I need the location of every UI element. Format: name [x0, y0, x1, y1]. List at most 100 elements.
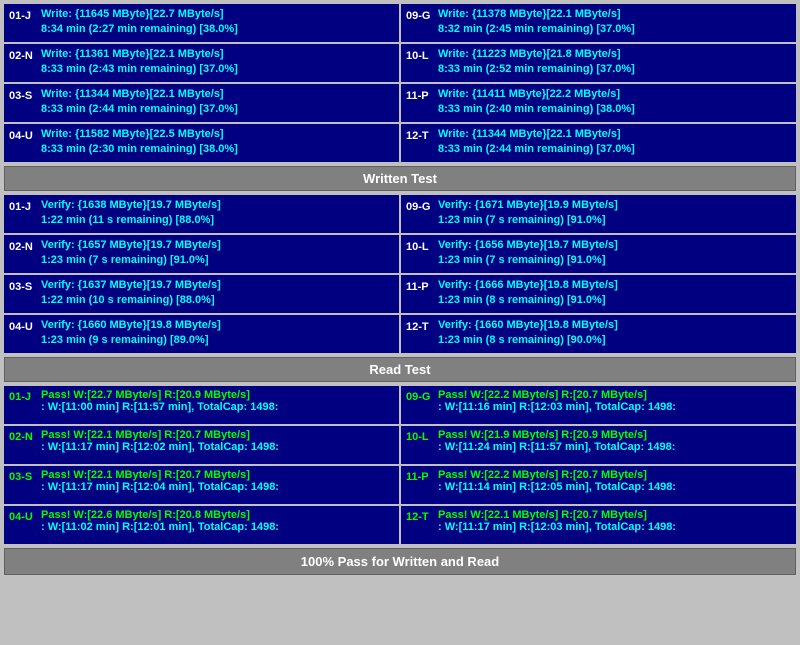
verify-id-02N: 02-N: [9, 238, 37, 270]
read-id-11P: 11-P: [406, 469, 434, 501]
verify-cell-04U: 04-U Verify: {1660 MByte}[19.8 MByte/s] …: [4, 315, 399, 353]
verify-id-10L: 10-L: [406, 238, 434, 270]
verify-content-10L: Verify: {1656 MByte}[19.7 MByte/s] 1:23 …: [438, 238, 791, 270]
cell-id-03S: 03-S: [9, 87, 37, 119]
verify-id-01J: 01-J: [9, 198, 37, 230]
verify-cell-10L: 10-L Verify: {1656 MByte}[19.7 MByte/s] …: [401, 235, 796, 273]
read-id-03S: 03-S: [9, 469, 37, 501]
read-content-01J: Pass! W:[22.7 MByte/s] R:[20.9 MByte/s] …: [41, 389, 394, 421]
verify-id-03S: 03-S: [9, 278, 37, 310]
verify-content-01J: Verify: {1638 MByte}[19.7 MByte/s] 1:22 …: [41, 198, 394, 230]
read-line2-02N: : W:[11:17 min] R:[12:02 min], TotalCap:…: [41, 441, 394, 453]
write-line1-10L: Write: {11223 MByte}[21.8 MByte/s]: [438, 47, 791, 62]
read-line1-03S: Pass! W:[22.1 MByte/s] R:[20.7 MByte/s]: [41, 469, 250, 481]
read-line1-09G: Pass! W:[22.2 MByte/s] R:[20.7 MByte/s]: [438, 389, 647, 401]
write-line1-02N: Write: {11361 MByte}[22.1 MByte/s]: [41, 47, 394, 62]
cell-id-10L: 10-L: [406, 47, 434, 79]
write-test-grid: 01-J Write: {11645 MByte}[22.7 MByte/s] …: [4, 4, 796, 162]
main-container: 01-J Write: {11645 MByte}[22.7 MByte/s] …: [0, 0, 800, 579]
read-line1-10L: Pass! W:[21.9 MByte/s] R:[20.9 MByte/s]: [438, 429, 647, 441]
verify-line1-02N: Verify: {1657 MByte}[19.7 MByte/s]: [41, 238, 394, 253]
read-id-02N: 02-N: [9, 429, 37, 461]
read-line1-04U: Pass! W:[22.6 MByte/s] R:[20.8 MByte/s]: [41, 509, 250, 521]
cell-content-12T: Write: {11344 MByte}[22.1 MByte/s] 8:33 …: [438, 127, 791, 159]
verify-line2-03S: 1:22 min (10 s remaining) [88.0%]: [41, 293, 394, 308]
write-line1-12T: Write: {11344 MByte}[22.1 MByte/s]: [438, 127, 791, 142]
verify-line1-09G: Verify: {1671 MByte}[19.9 MByte/s]: [438, 198, 791, 213]
read-line2-12T: : W:[11:17 min] R:[12:03 min], TotalCap:…: [438, 521, 791, 533]
written-test-header: Written Test: [4, 166, 796, 191]
cell-id-02N: 02-N: [9, 47, 37, 79]
read-content-02N: Pass! W:[22.1 MByte/s] R:[20.7 MByte/s] …: [41, 429, 394, 461]
verify-cell-12T: 12-T Verify: {1660 MByte}[19.8 MByte/s] …: [401, 315, 796, 353]
read-cell-12T: 12-T Pass! W:[22.1 MByte/s] R:[20.7 MByt…: [401, 506, 796, 544]
cell-content-01J: Write: {11645 MByte}[22.7 MByte/s] 8:34 …: [41, 7, 394, 39]
read-line1-01J: Pass! W:[22.7 MByte/s] R:[20.9 MByte/s]: [41, 389, 250, 401]
read-content-03S: Pass! W:[22.1 MByte/s] R:[20.7 MByte/s] …: [41, 469, 394, 501]
cell-id-12T: 12-T: [406, 127, 434, 159]
write-line1-11P: Write: {11411 MByte}[22.2 MByte/s]: [438, 87, 791, 102]
verify-line1-11P: Verify: {1666 MByte}[19.8 MByte/s]: [438, 278, 791, 293]
verify-content-12T: Verify: {1660 MByte}[19.8 MByte/s] 1:23 …: [438, 318, 791, 350]
verify-line1-10L: Verify: {1656 MByte}[19.7 MByte/s]: [438, 238, 791, 253]
write-line2-02N: 8:33 min (2:43 min remaining) [37.0%]: [41, 62, 394, 77]
verify-cell-01J: 01-J Verify: {1638 MByte}[19.7 MByte/s] …: [4, 195, 399, 233]
read-line2-11P: : W:[11:14 min] R:[12:05 min], TotalCap:…: [438, 481, 791, 493]
write-line2-01J: 8:34 min (2:27 min remaining) [38.0%]: [41, 22, 394, 37]
write-cell-11P: 11-P Write: {11411 MByte}[22.2 MByte/s] …: [401, 84, 796, 122]
verify-id-09G: 09-G: [406, 198, 434, 230]
write-line1-03S: Write: {11344 MByte}[22.1 MByte/s]: [41, 87, 394, 102]
verify-line1-01J: Verify: {1638 MByte}[19.7 MByte/s]: [41, 198, 394, 213]
cell-id-09G: 09-G: [406, 7, 434, 39]
read-cell-01J: 01-J Pass! W:[22.7 MByte/s] R:[20.9 MByt…: [4, 386, 399, 424]
verify-cell-03S: 03-S Verify: {1637 MByte}[19.7 MByte/s] …: [4, 275, 399, 313]
read-line1-02N: Pass! W:[22.1 MByte/s] R:[20.7 MByte/s]: [41, 429, 250, 441]
write-line1-04U: Write: {11582 MByte}[22.5 MByte/s]: [41, 127, 394, 142]
verify-content-04U: Verify: {1660 MByte}[19.8 MByte/s] 1:23 …: [41, 318, 394, 350]
cell-content-03S: Write: {11344 MByte}[22.1 MByte/s] 8:33 …: [41, 87, 394, 119]
cell-content-09G: Write: {11378 MByte}[22.1 MByte/s] 8:32 …: [438, 7, 791, 39]
read-cell-10L: 10-L Pass! W:[21.9 MByte/s] R:[20.9 MByt…: [401, 426, 796, 464]
cell-content-10L: Write: {11223 MByte}[21.8 MByte/s] 8:33 …: [438, 47, 791, 79]
read-line1-12T: Pass! W:[22.1 MByte/s] R:[20.7 MByte/s]: [438, 509, 647, 521]
read-test-label: Read Test: [369, 362, 430, 377]
verify-content-03S: Verify: {1637 MByte}[19.7 MByte/s] 1:22 …: [41, 278, 394, 310]
read-line2-01J: : W:[11:00 min] R:[11:57 min], TotalCap:…: [41, 401, 394, 413]
read-cell-11P: 11-P Pass! W:[22.2 MByte/s] R:[20.7 MByt…: [401, 466, 796, 504]
write-cell-10L: 10-L Write: {11223 MByte}[21.8 MByte/s] …: [401, 44, 796, 82]
read-cell-04U: 04-U Pass! W:[22.6 MByte/s] R:[20.8 MByt…: [4, 506, 399, 544]
verify-line2-01J: 1:22 min (11 s remaining) [88.0%]: [41, 213, 394, 228]
verify-line2-04U: 1:23 min (9 s remaining) [89.0%]: [41, 333, 394, 348]
read-content-11P: Pass! W:[22.2 MByte/s] R:[20.7 MByte/s] …: [438, 469, 791, 501]
verify-cell-09G: 09-G Verify: {1671 MByte}[19.9 MByte/s] …: [401, 195, 796, 233]
cell-id-11P: 11-P: [406, 87, 434, 119]
read-id-12T: 12-T: [406, 509, 434, 541]
read-content-09G: Pass! W:[22.2 MByte/s] R:[20.7 MByte/s] …: [438, 389, 791, 421]
write-line2-10L: 8:33 min (2:52 min remaining) [37.0%]: [438, 62, 791, 77]
verify-content-02N: Verify: {1657 MByte}[19.7 MByte/s] 1:23 …: [41, 238, 394, 270]
write-line2-03S: 8:33 min (2:44 min remaining) [37.0%]: [41, 102, 394, 117]
write-cell-04U: 04-U Write: {11582 MByte}[22.5 MByte/s] …: [4, 124, 399, 162]
read-line2-03S: : W:[11:17 min] R:[12:04 min], TotalCap:…: [41, 481, 394, 493]
write-cell-12T: 12-T Write: {11344 MByte}[22.1 MByte/s] …: [401, 124, 796, 162]
read-line2-04U: : W:[11:02 min] R:[12:01 min], TotalCap:…: [41, 521, 394, 533]
read-id-09G: 09-G: [406, 389, 434, 421]
read-cell-02N: 02-N Pass! W:[22.1 MByte/s] R:[20.7 MByt…: [4, 426, 399, 464]
cell-id-04U: 04-U: [9, 127, 37, 159]
cell-content-02N: Write: {11361 MByte}[22.1 MByte/s] 8:33 …: [41, 47, 394, 79]
verify-line1-03S: Verify: {1637 MByte}[19.7 MByte/s]: [41, 278, 394, 293]
read-line1-11P: Pass! W:[22.2 MByte/s] R:[20.7 MByte/s]: [438, 469, 647, 481]
verify-id-11P: 11-P: [406, 278, 434, 310]
read-cell-09G: 09-G Pass! W:[22.2 MByte/s] R:[20.7 MByt…: [401, 386, 796, 424]
verify-content-09G: Verify: {1671 MByte}[19.9 MByte/s] 1:23 …: [438, 198, 791, 230]
read-line2-09G: : W:[11:16 min] R:[12:03 min], TotalCap:…: [438, 401, 791, 413]
write-line2-11P: 8:33 min (2:40 min remaining) [38.0%]: [438, 102, 791, 117]
write-line2-04U: 8:33 min (2:30 min remaining) [38.0%]: [41, 142, 394, 157]
verify-line2-02N: 1:23 min (7 s remaining) [91.0%]: [41, 253, 394, 268]
write-cell-01J: 01-J Write: {11645 MByte}[22.7 MByte/s] …: [4, 4, 399, 42]
write-line2-12T: 8:33 min (2:44 min remaining) [37.0%]: [438, 142, 791, 157]
written-test-label: Written Test: [363, 171, 437, 186]
verify-cell-02N: 02-N Verify: {1657 MByte}[19.7 MByte/s] …: [4, 235, 399, 273]
cell-content-04U: Write: {11582 MByte}[22.5 MByte/s] 8:33 …: [41, 127, 394, 159]
write-cell-09G: 09-G Write: {11378 MByte}[22.1 MByte/s] …: [401, 4, 796, 42]
